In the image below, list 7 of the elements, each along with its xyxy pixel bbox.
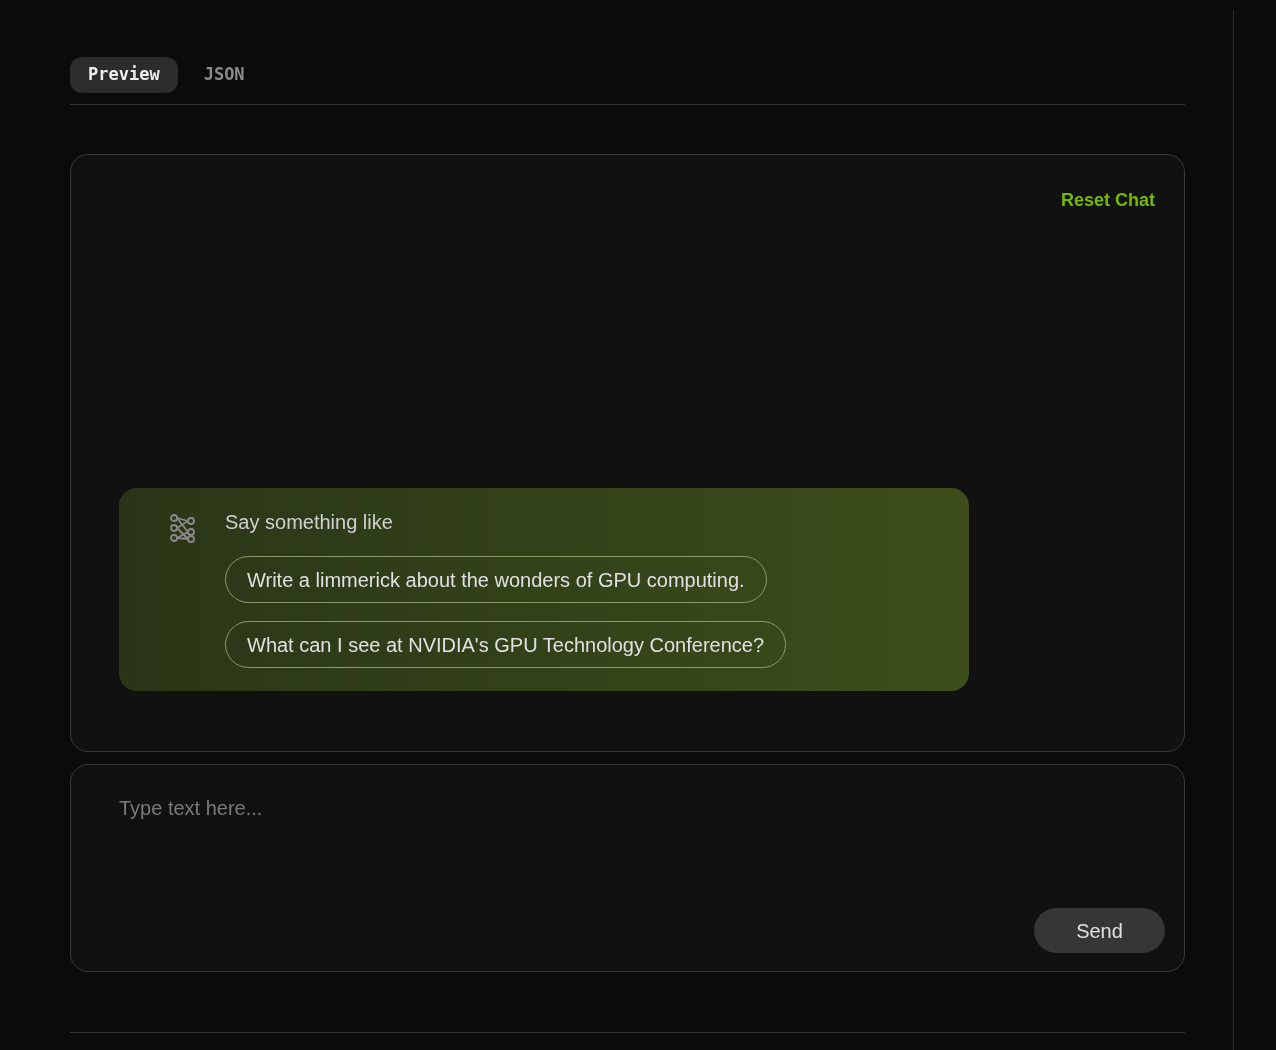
tab[interactable]: Preview bbox=[70, 57, 178, 93]
message-input[interactable]: Type text here... bbox=[119, 793, 1136, 823]
send-button[interactable]: Send bbox=[1034, 908, 1165, 953]
reset-chat-button[interactable]: Reset Chat bbox=[1060, 188, 1155, 212]
tab[interactable]: JSON bbox=[185, 57, 263, 93]
network-nodes-icon bbox=[169, 513, 197, 543]
prompt-text: Say something like bbox=[225, 510, 393, 534]
